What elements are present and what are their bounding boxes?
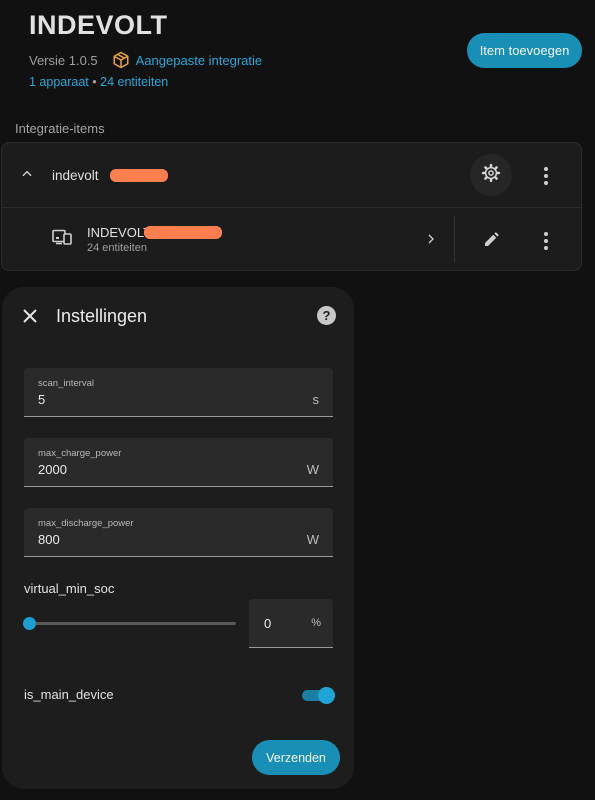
is-main-device-toggle[interactable]: [302, 687, 335, 704]
page-title: INDEVOLT: [29, 10, 168, 40]
scan-interval-field[interactable]: scan_interval 5 s: [24, 368, 333, 417]
integration-card: indevolt INDEVOLT 24 entiteiten: [1, 142, 582, 271]
devices-link[interactable]: 1 apparaat: [29, 75, 89, 89]
entry-settings-button[interactable]: [470, 154, 512, 196]
separator: •: [92, 75, 97, 89]
redaction-mark: [110, 169, 168, 182]
dialog-title: Instellingen: [56, 306, 148, 326]
field-label: max_discharge_power: [38, 518, 134, 529]
field-unit: %: [311, 617, 321, 629]
field-unit: W: [306, 532, 319, 547]
max-discharge-power-field[interactable]: max_discharge_power 800 W: [24, 508, 333, 557]
device-entity-count: 24 entiteiten: [87, 242, 147, 254]
chevron-up-icon[interactable]: [20, 167, 34, 186]
device-name[interactable]: INDEVOLT: [87, 225, 151, 240]
field-value[interactable]: 2000: [38, 462, 67, 477]
field-unit: W: [306, 462, 319, 477]
card-divider: [2, 207, 581, 208]
vertical-divider: [454, 216, 455, 262]
version-row: Versie 1.0.5 Aangepaste integratie: [29, 51, 262, 69]
virtual-min-soc-label: virtual_min_soc: [24, 581, 115, 596]
field-label: scan_interval: [38, 378, 94, 389]
max-charge-power-field[interactable]: max_charge_power 2000 W: [24, 438, 333, 487]
version-text: Versie 1.0.5: [29, 52, 98, 68]
virtual-min-soc-input[interactable]: 0 %: [249, 599, 333, 648]
field-value[interactable]: 5: [38, 392, 45, 407]
field-value[interactable]: 800: [38, 532, 60, 547]
package-icon: [112, 51, 130, 69]
virtual-min-soc-slider[interactable]: [23, 617, 236, 630]
toggle-thumb: [318, 687, 335, 704]
devices-icon: [52, 229, 72, 250]
pencil-icon[interactable]: [482, 231, 500, 254]
redaction-mark: [144, 226, 222, 239]
help-circle-icon[interactable]: ?: [317, 306, 336, 325]
custom-integration-link[interactable]: Aangepaste integratie: [136, 53, 262, 68]
section-label: Integratie-items: [15, 121, 105, 136]
submit-button[interactable]: Verzenden: [252, 740, 340, 775]
close-icon[interactable]: [22, 308, 38, 329]
entities-link[interactable]: 24 entiteiten: [100, 75, 168, 89]
field-label: max_charge_power: [38, 448, 122, 459]
add-item-button[interactable]: Item toevoegen: [467, 33, 582, 68]
device-more-icon[interactable]: [544, 232, 548, 250]
slider-thumb[interactable]: [23, 617, 36, 630]
entry-more-icon[interactable]: [544, 167, 548, 185]
chevron-right-icon[interactable]: [425, 232, 437, 251]
is-main-device-label: is_main_device: [24, 687, 114, 702]
settings-dialog: Instellingen ? scan_interval 5 s max_cha…: [2, 287, 354, 789]
field-unit: s: [312, 392, 320, 407]
field-value[interactable]: 0: [264, 616, 271, 631]
entry-name[interactable]: indevolt: [52, 168, 99, 183]
counts-row: 1 apparaat • 24 entiteiten: [29, 75, 168, 89]
gear-icon: [481, 163, 501, 188]
